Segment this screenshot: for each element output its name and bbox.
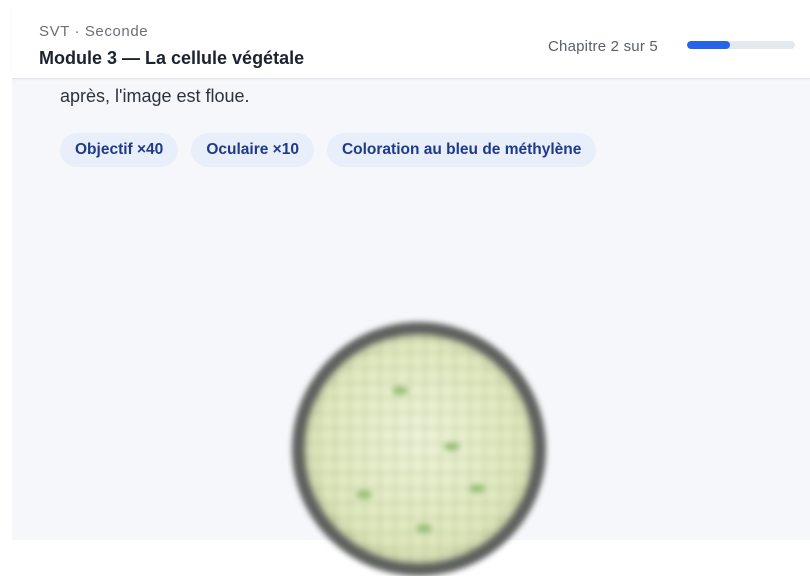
chapter-progress-fill (687, 41, 731, 49)
tag-list: Objectif ×40 Oculaire ×10 Coloration au … (60, 133, 597, 167)
tag-chip-eyepiece[interactable]: Oculaire ×10 (191, 133, 314, 167)
chloroplast (356, 490, 372, 499)
microscope-view (292, 322, 546, 576)
tag-chip-stain[interactable]: Coloration au bleu de méthylène (326, 133, 597, 167)
lesson-text: après, l'image est floue. (60, 86, 250, 106)
blurred-cell-field (304, 334, 534, 564)
chapter-progress-text: Chapitre 2 sur 5 (548, 38, 658, 55)
course-header: SVT · Seconde Module 3 — La cellule végé… (12, 0, 810, 79)
chloroplast (416, 524, 432, 533)
course-kicker: SVT · Seconde (39, 23, 149, 40)
module-title: Module 3 — La cellule végétale (39, 48, 305, 68)
chloroplast (444, 442, 460, 451)
tag-chip-objective[interactable]: Objectif ×40 (60, 133, 179, 167)
chapter-progress-bar (687, 41, 795, 49)
chloroplast (392, 386, 408, 395)
chloroplast (469, 484, 485, 493)
